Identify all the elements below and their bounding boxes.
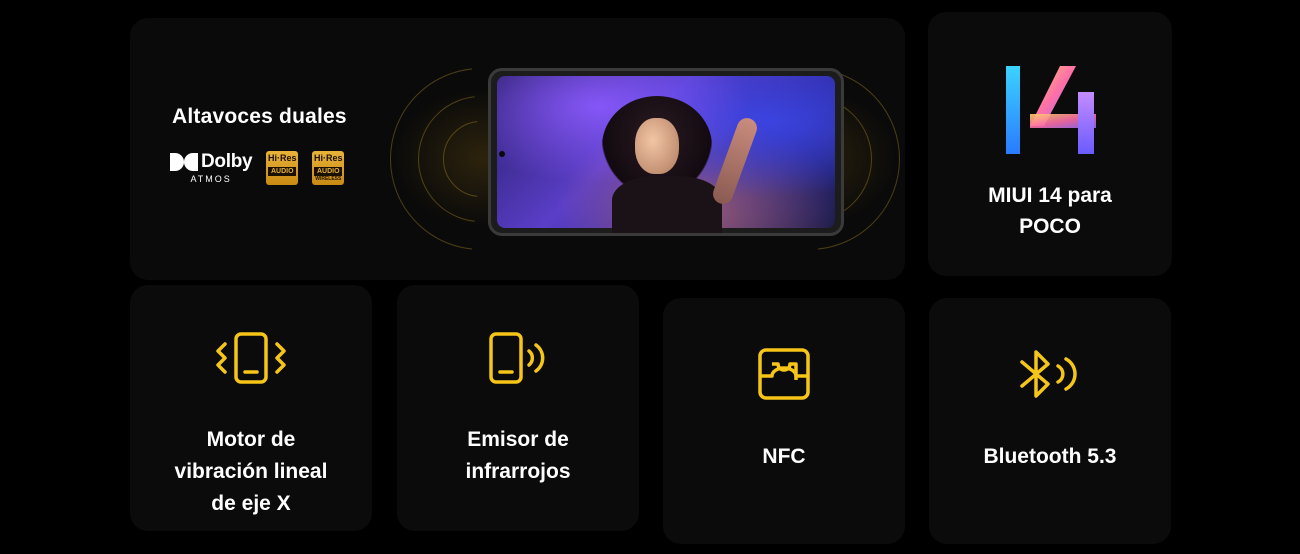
bluetooth-icon — [1020, 350, 1077, 398]
phone-image — [488, 68, 844, 236]
feature-title-infrared: Emisor de infrarrojos — [465, 428, 571, 483]
front-camera-hole — [499, 151, 505, 157]
audio-logos: Dolby ATMOS Hi·Res AUDIO Hi·Res AUDIO WI… — [170, 151, 345, 185]
dolby-atmos-label: ATMOS — [190, 174, 232, 184]
feature-card-nfc: NFC — [663, 298, 905, 544]
feature-card-vibration: Motor de vibración lineal de eje X — [130, 285, 372, 531]
speakers-title: Altavoces duales — [172, 105, 347, 128]
miui-card: MIUI 14 para POCO — [928, 12, 1172, 276]
nfc-icon — [758, 348, 810, 400]
dolby-atmos-logo: Dolby ATMOS — [170, 151, 253, 184]
infrared-phone-icon — [489, 332, 545, 384]
feature-card-infrared: Emisor de infrarrojos — [397, 285, 639, 531]
feature-title-vibration: Motor de vibración lineal de eje X — [174, 428, 328, 515]
hires-audio-wireless-badge: Hi·Res AUDIO WIRELESS — [312, 151, 345, 185]
miui-14-logo — [1006, 66, 1096, 154]
hires-audio-badge: Hi·Res AUDIO — [266, 151, 299, 185]
speakers-card: Altavoces duales Dolby ATMOS Hi·Res AUDI… — [130, 18, 905, 280]
dolby-double-d-icon — [170, 153, 198, 171]
vibration-phone-icon — [216, 332, 286, 384]
dolby-wordmark: Dolby — [201, 151, 253, 172]
feature-card-bluetooth: Bluetooth 5.3 — [929, 298, 1171, 544]
phone-screen-concert-photo — [497, 76, 835, 233]
feature-title-nfc: NFC — [762, 445, 806, 468]
feature-title-bluetooth: Bluetooth 5.3 — [983, 445, 1117, 468]
miui-title: MIUI 14 para POCO — [988, 184, 1112, 238]
phone-speaker-illustration — [385, 63, 905, 253]
